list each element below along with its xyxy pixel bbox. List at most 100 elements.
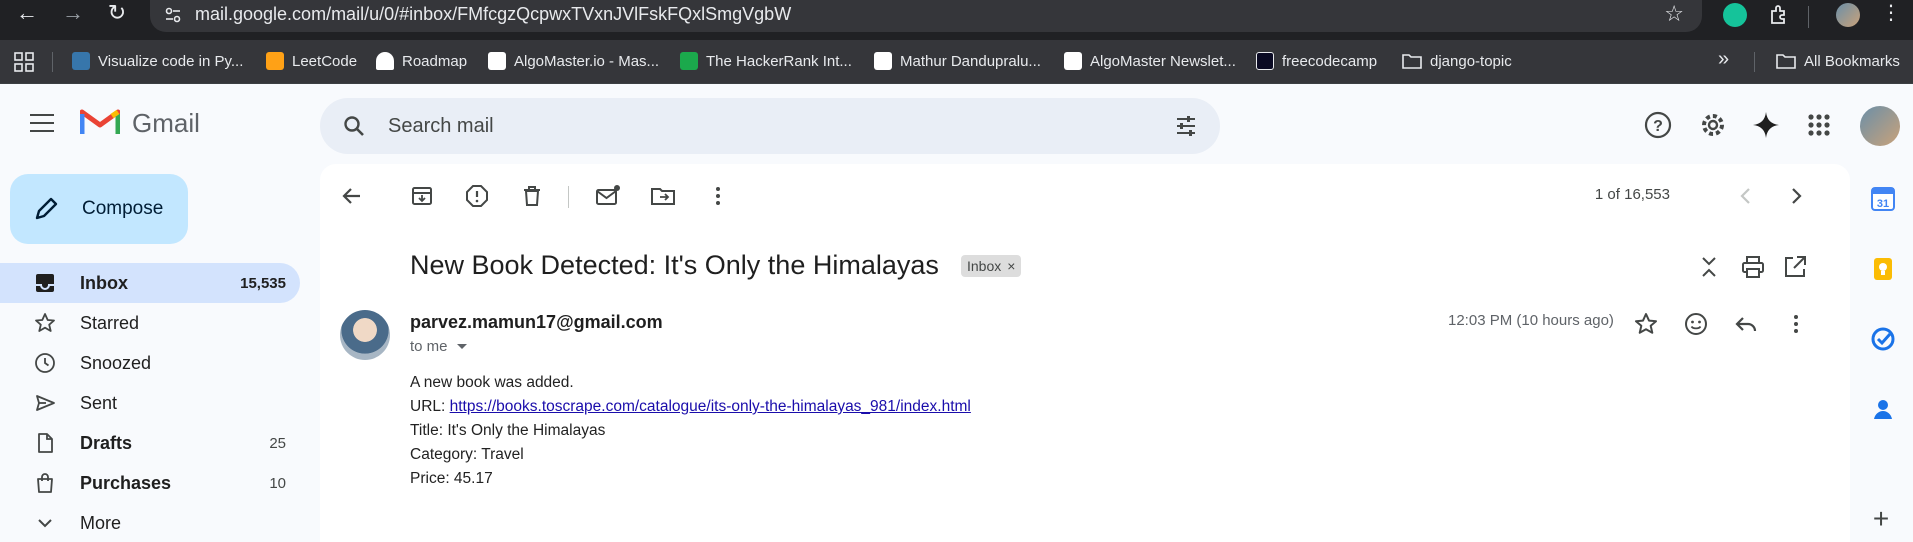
back-to-inbox-icon[interactable] <box>338 182 366 210</box>
sidebar-item-more[interactable]: More <box>0 503 300 542</box>
bookmark-item[interactable]: Visualize code in Py... <box>72 50 243 72</box>
extensions-puzzle-icon[interactable] <box>1768 3 1792 27</box>
caret-down-icon <box>456 343 467 349</box>
back-icon[interactable]: ← <box>12 0 42 28</box>
bookmark-item[interactable]: Roadmap <box>376 50 467 72</box>
add-on-plus-icon[interactable]: + <box>1866 505 1896 535</box>
sidebar-item-label: More <box>80 512 122 533</box>
url-text[interactable]: mail.google.com/mail/u/0/#inbox/FMfcgzQc… <box>195 4 791 25</box>
address-bar[interactable]: mail.google.com/mail/u/0/#inbox/FMfcgzQc… <box>150 0 1702 32</box>
archive-icon[interactable] <box>408 182 436 210</box>
account-avatar[interactable] <box>1860 106 1900 146</box>
item-count: 10 <box>269 474 286 492</box>
print-icon[interactable] <box>1740 254 1766 280</box>
google-keep-icon[interactable] <box>1870 256 1896 282</box>
bookmarks-overflow-icon[interactable]: » <box>1718 48 1729 71</box>
move-to-icon[interactable] <box>649 182 677 210</box>
gemini-sparkle-icon[interactable] <box>1751 110 1781 140</box>
sidebar-item-purchases[interactable]: Purchases 10 <box>0 463 300 503</box>
add-reaction-emoji-icon[interactable] <box>1682 310 1710 338</box>
forward-icon[interactable]: → <box>58 0 88 28</box>
grammarly-extension-icon[interactable] <box>1723 3 1747 27</box>
open-in-new-window-icon[interactable] <box>1782 254 1808 280</box>
sidebar-item-label: Starred <box>80 312 140 333</box>
compose-button[interactable]: Compose <box>10 174 188 244</box>
browser-menu-icon[interactable]: ⋮ <box>1876 0 1906 28</box>
star-message-icon[interactable] <box>1632 310 1660 338</box>
mark-unread-icon[interactable] <box>594 182 622 210</box>
bookmark-item[interactable]: The HackerRank Int... <box>680 50 852 72</box>
sidebar-item-label: Purchases <box>80 472 172 493</box>
bookmark-item[interactable]: LeetCode <box>266 50 357 72</box>
more-options-icon[interactable] <box>704 182 732 210</box>
sidebar-item-drafts[interactable]: Drafts 25 <box>0 423 300 463</box>
body-category-line: Category: Travel <box>410 446 524 463</box>
search-input[interactable] <box>388 98 1128 154</box>
sidebar-item-sent[interactable]: Sent <box>0 383 300 423</box>
collapse-all-icon[interactable] <box>1696 254 1722 280</box>
reply-icon[interactable] <box>1732 310 1760 338</box>
sidebar-item-snoozed[interactable]: Snoozed <box>0 343 300 383</box>
inbox-label-chip: Inbox × <box>961 255 1022 277</box>
message-more-options-icon[interactable] <box>1782 310 1810 338</box>
bookmarks-divider <box>1754 52 1755 72</box>
url-prefix: URL: <box>410 398 450 415</box>
bookmark-item[interactable]: AlgoMaster Newslet... <box>1064 50 1236 72</box>
medium-icon <box>874 52 892 70</box>
book-url-link[interactable]: https://books.toscrape.com/catalogue/its… <box>450 398 971 415</box>
hackerrank-icon <box>680 52 698 70</box>
bookmark-star-icon[interactable]: ☆ <box>1664 1 1684 27</box>
bookmark-item[interactable]: AlgoMaster.io - Mas... <box>488 50 659 72</box>
sender-email[interactable]: parvez.mamun17@gmail.com <box>410 312 663 333</box>
message-timestamp: 12:03 PM (10 hours ago) <box>1448 312 1614 329</box>
delete-icon[interactable] <box>518 182 546 210</box>
search-icon[interactable] <box>342 114 366 138</box>
site-info-icon[interactable] <box>164 6 182 24</box>
message-subject: New Book Detected: It's Only the Himalay… <box>410 250 939 280</box>
gmail-logo-icon[interactable] <box>80 106 120 136</box>
bookmark-item[interactable]: Mathur Dandupralu... <box>874 50 1041 72</box>
bookmarks-bar: Visualize code in Py... LeetCode Roadmap… <box>0 40 1913 84</box>
google-calendar-icon[interactable]: 31 <box>1870 186 1896 212</box>
sidebar-item-starred[interactable]: Starred <box>0 303 300 343</box>
sidebar-item-inbox[interactable]: Inbox 15,535 <box>0 263 300 303</box>
browser-toolbar: ← → ↻ mail.google.com/mail/u/0/#inbox/FM… <box>0 0 1913 40</box>
google-apps-icon[interactable] <box>1804 110 1834 140</box>
report-spam-icon[interactable] <box>463 182 491 210</box>
profile-avatar[interactable] <box>1836 3 1860 27</box>
pencil-icon <box>35 197 58 220</box>
google-tasks-icon[interactable] <box>1870 326 1896 352</box>
compose-label: Compose <box>82 198 164 219</box>
search-options-icon[interactable] <box>1174 114 1198 138</box>
newer-chevron-left-icon[interactable] <box>1732 182 1760 210</box>
algomaster-icon <box>488 52 506 70</box>
message-view: 1 of 16,553 New Book Detected: It's Only… <box>320 164 1850 542</box>
sender-avatar[interactable] <box>340 310 390 360</box>
rocket-icon <box>376 52 394 70</box>
all-bookmarks-folder[interactable]: All Bookmarks <box>1776 50 1900 72</box>
leetcode-icon <box>266 52 284 70</box>
apps-grid-icon[interactable] <box>14 52 34 72</box>
bookmarks-divider <box>52 52 53 72</box>
bookmark-item[interactable]: freecodecamp <box>1256 50 1377 72</box>
remove-label-icon[interactable]: × <box>1007 258 1015 274</box>
body-title-line: Title: It's Only the Himalayas <box>410 422 606 439</box>
settings-gear-icon[interactable] <box>1698 110 1728 140</box>
body-price-line: Price: 45.17 <box>410 470 493 487</box>
recipient-details[interactable]: to me <box>410 338 468 355</box>
reload-icon[interactable]: ↻ <box>102 0 132 28</box>
bookmark-folder[interactable]: django-topic <box>1402 50 1512 72</box>
star-icon <box>35 313 55 332</box>
draft-icon <box>38 433 53 453</box>
svg-text:?: ? <box>1653 118 1663 135</box>
google-contacts-icon[interactable] <box>1870 396 1896 422</box>
main-menu-icon[interactable] <box>30 114 54 132</box>
chevron-down-icon <box>38 519 52 528</box>
help-icon[interactable]: ? <box>1643 110 1673 140</box>
older-chevron-right-icon[interactable] <box>1782 182 1810 210</box>
sidebar-item-label: Snoozed <box>80 352 152 373</box>
send-icon <box>36 395 55 411</box>
inbox-icon <box>36 274 54 292</box>
search-bar <box>320 98 1220 154</box>
unread-count: 15,535 <box>240 274 286 292</box>
